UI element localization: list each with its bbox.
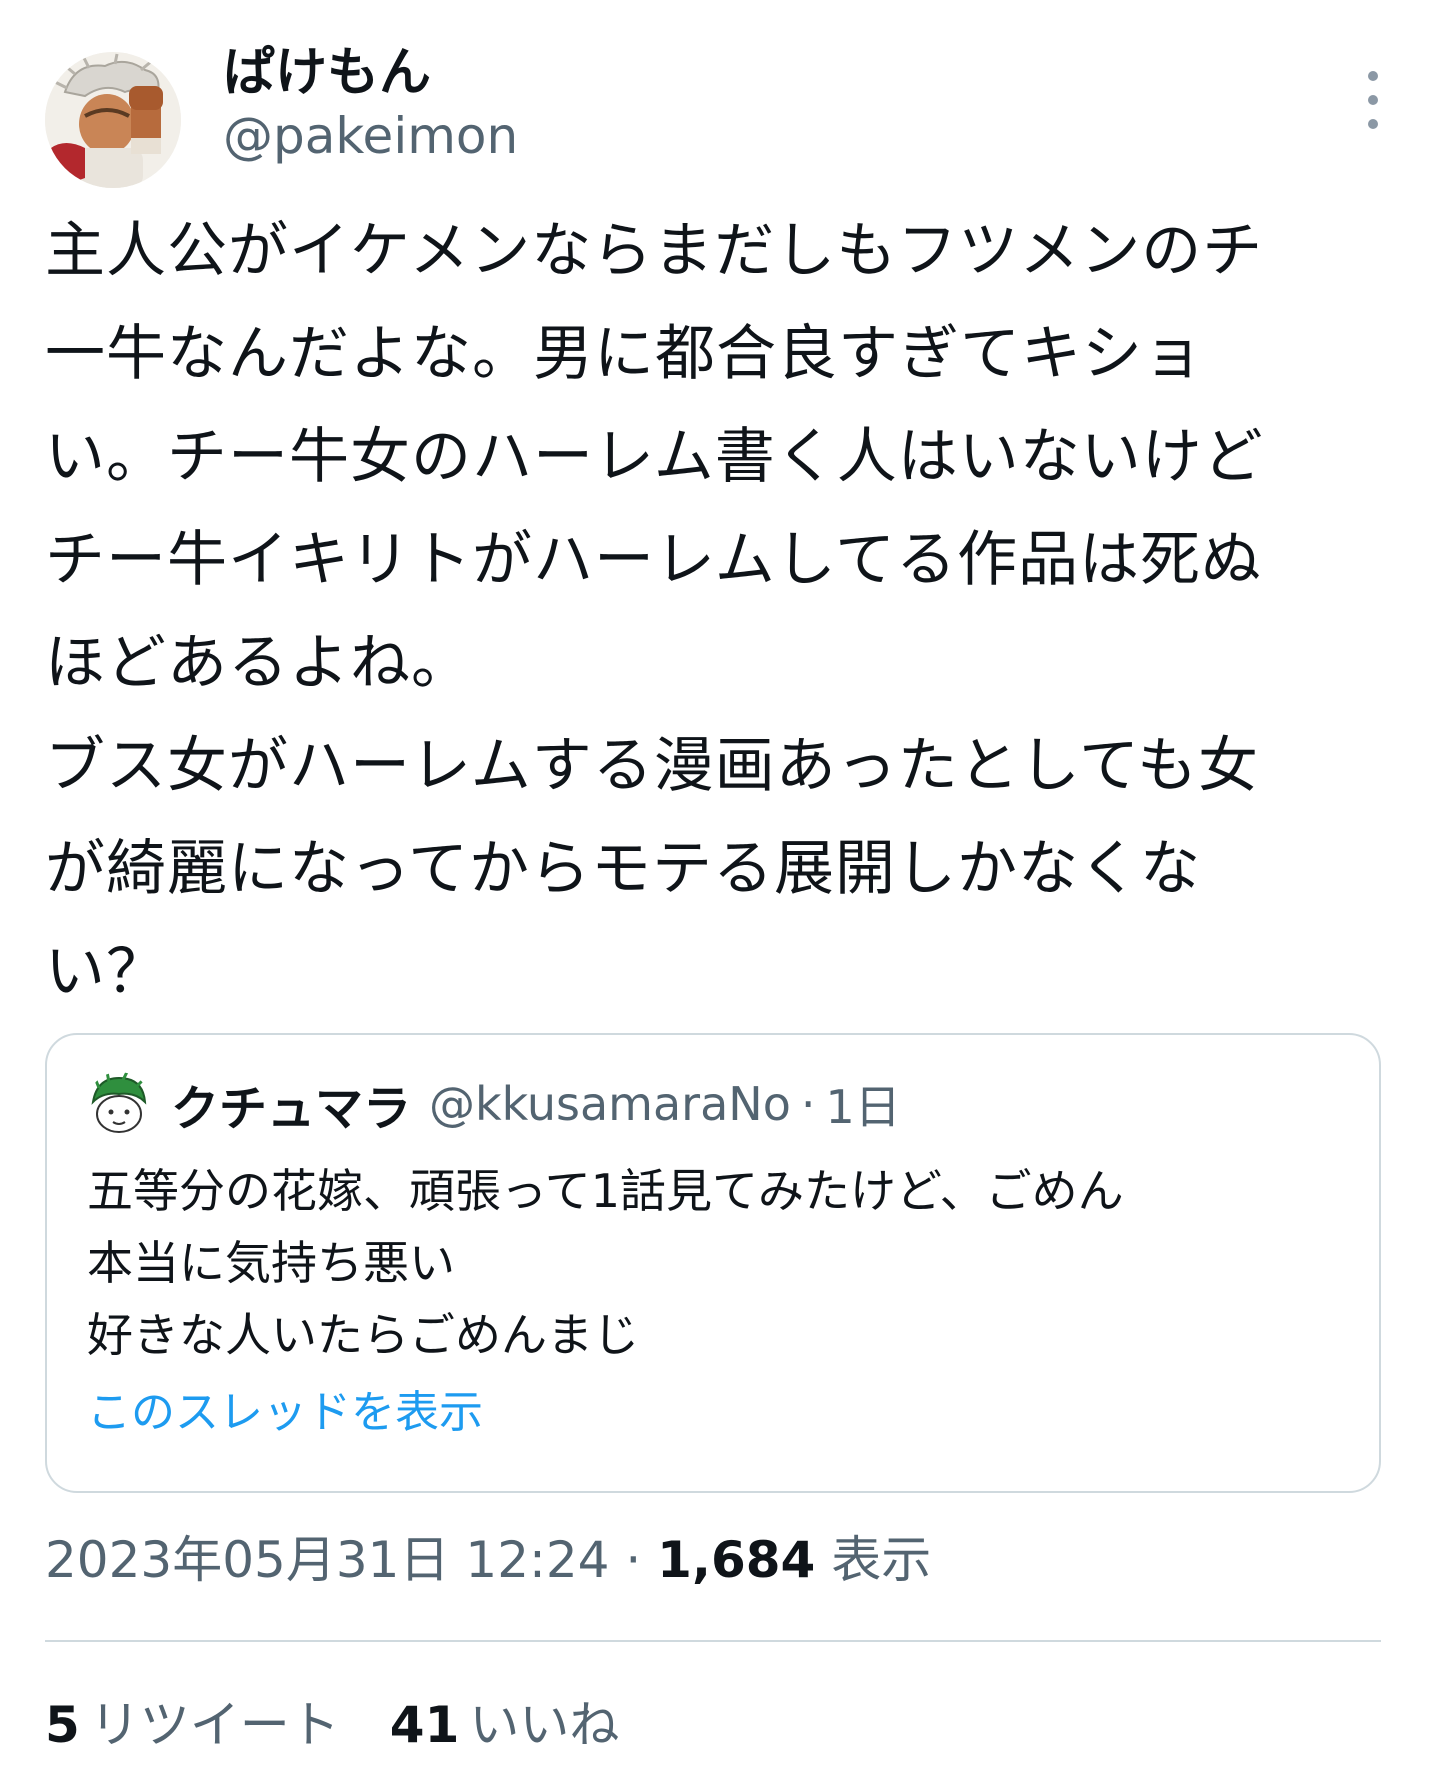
- author-names: ぱけもん @pakeimon: [223, 40, 518, 166]
- quoted-tweet-text: 五等分の花嫁、頑張って1話見てみたけど、ごめん 本当に気持ち悪い 好きな人いたら…: [87, 1164, 1124, 1362]
- likes-stat[interactable]: 41 いいね: [390, 1690, 620, 1760]
- retweets-stat[interactable]: 5 リツイート: [45, 1690, 340, 1760]
- user-avatar[interactable]: [45, 52, 181, 188]
- show-thread-link[interactable]: このスレッドを表示: [87, 1383, 483, 1443]
- quoted-user-handle: @kkusamaraNo: [429, 1077, 791, 1131]
- retweets-count: 5: [45, 1696, 80, 1754]
- meta-separator: ·: [609, 1531, 658, 1589]
- more-vertical-icon: [1368, 71, 1378, 129]
- quoted-tweet-card[interactable]: クチュマラ @kkusamaraNo · 1日 五等分の花嫁、頑張って1話見てみ…: [45, 1033, 1381, 1493]
- avatar-illustration: [45, 52, 181, 188]
- user-handle[interactable]: @pakeimon: [223, 106, 518, 166]
- likes-label: いいね: [469, 1696, 620, 1754]
- views-label: 表示: [831, 1531, 932, 1589]
- tweet-meta: 2023年05月31日 12:24 · 1,684 表示: [45, 1525, 931, 1595]
- tweet-stats: 5 リツイート 41 いいね: [45, 1690, 669, 1760]
- more-options-button[interactable]: [1351, 64, 1395, 136]
- likes-count: 41: [389, 1696, 460, 1754]
- quoted-user-avatar: [87, 1072, 151, 1136]
- quoted-tweet-header: クチュマラ @kkusamaraNo · 1日: [87, 1071, 901, 1137]
- divider: [45, 1640, 1381, 1642]
- tweet-header: ぱけもん @pakeimon: [45, 28, 1395, 188]
- quoted-avatar-illustration: [87, 1072, 151, 1136]
- tweet-timestamp[interactable]: 2023年05月31日 12:24: [45, 1531, 609, 1589]
- views-count: 1,684: [657, 1531, 816, 1589]
- quoted-time: 1日: [825, 1080, 901, 1134]
- tweet-text: 主人公がイケメンならまだしもフツメンのチ 一牛なんだよな。男に都合良すぎてキショ…: [45, 216, 1264, 1007]
- tweet: ぱけもん @pakeimon 主人公がイケメンならまだしもフツメンのチ 一牛なん…: [45, 28, 1395, 1754]
- quoted-separator: ·: [800, 1077, 816, 1131]
- display-name[interactable]: ぱけもん: [223, 40, 518, 106]
- quoted-display-name: クチュマラ: [171, 1081, 412, 1137]
- retweets-label: リツイート: [89, 1696, 340, 1754]
